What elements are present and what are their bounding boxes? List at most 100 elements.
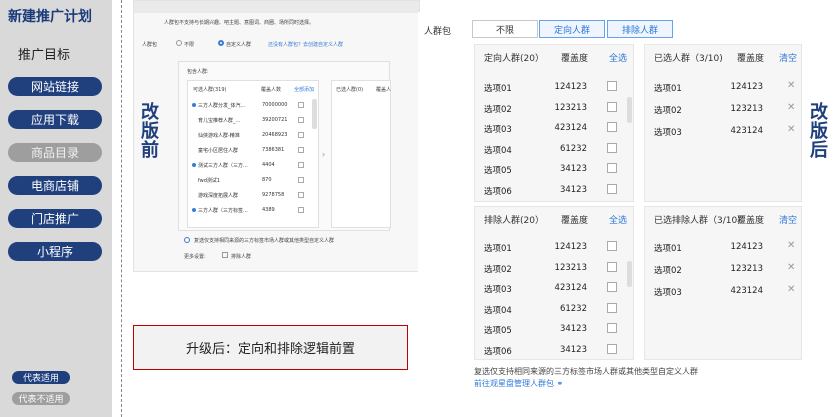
available-row[interactable]: 育儿宝推荐人群_... 39200721 [188, 114, 318, 128]
target-row-checkbox[interactable] [607, 122, 617, 132]
target-row[interactable]: 选项04 61232 [475, 139, 633, 159]
exclude-row[interactable]: 选项02 123213 [475, 258, 633, 278]
available-row[interactable]: 三方人群（三方标签... 4389 [188, 204, 318, 218]
manage-audience-link[interactable]: 前往观星盘管理人群包 ⚭ [474, 378, 563, 389]
goal-mini-program-button[interactable]: 小程序 [8, 242, 102, 261]
target-row[interactable]: 选项05 34123 [475, 159, 633, 179]
target-row[interactable]: 选项06 34123 [475, 180, 633, 200]
target-row-checkbox[interactable] [607, 81, 617, 91]
label-before: 改版前 [141, 102, 159, 161]
excluded-selected-panel: 已选排除人群（3/10) 覆盖度 清空 选项01 124123 ✕ 选项02 12321… [644, 206, 802, 360]
tab-unlimited[interactable]: 不限 [472, 20, 538, 38]
remove-icon[interactable]: ✕ [787, 240, 795, 251]
target-row[interactable]: 选项03 423124 [475, 118, 633, 138]
chevron-right-icon[interactable]: › [322, 150, 325, 159]
available-row[interactable]: 童宅小区居住人群 7386381 [188, 144, 318, 158]
exclude-row-checkbox[interactable] [607, 302, 617, 313]
exclude-checkbox[interactable] [222, 252, 228, 258]
before-include-box: 包含人群: 可选人群(319) 覆盖人数 全部添加 三方人群分发_体汽... 70… [178, 61, 392, 231]
exclude-row[interactable]: 选项01 124123 [475, 237, 633, 257]
available-row[interactable]: 测试三方人群（三方... 4404 [188, 159, 318, 173]
radio-unlimited[interactable] [176, 40, 182, 46]
exclude-row[interactable]: 选项05 34123 [475, 319, 633, 339]
excluded-selected-title: 已选排除人群（3/10) [654, 216, 741, 226]
available-row-coverage: 9278758 [262, 192, 285, 198]
info-icon [192, 208, 196, 212]
exclude-row[interactable]: 选项03 423124 [475, 278, 633, 298]
exclude-row-checkbox[interactable] [607, 261, 617, 272]
exclude-scrollbar[interactable] [627, 261, 632, 287]
available-row-checkbox[interactable] [298, 192, 304, 198]
available-row[interactable]: 仙侠游戏人群-精准 20468923 [188, 129, 318, 143]
exclude-row-checkbox[interactable] [607, 241, 617, 251]
selected-panel-title: 已选人群（3/10) [654, 54, 723, 64]
manage-audience-link-text[interactable]: 前往观星盘管理人群包 [474, 379, 554, 388]
excluded-selected-row[interactable]: 选项03 423124 ✕ [645, 281, 801, 301]
selected-row-name: 选项01 [654, 84, 682, 94]
radio-custom-label: 自定义人群 [226, 42, 252, 48]
selected-row[interactable]: 选项01 124123 ✕ [645, 77, 801, 97]
exclude-checkbox-label: 排除人群 [231, 254, 252, 260]
exclude-row[interactable]: 选项04 61232 [475, 299, 633, 319]
info-icon [192, 133, 196, 137]
available-row-checkbox[interactable] [298, 177, 304, 183]
target-row-checkbox[interactable] [607, 163, 617, 173]
remove-icon[interactable]: ✕ [787, 124, 795, 135]
link-icon[interactable]: ⚭ [557, 379, 564, 388]
goal-app-download-button[interactable]: 应用下载 [8, 110, 102, 129]
add-all-link[interactable]: 全部添加 [294, 86, 314, 93]
available-row[interactable]: fwd测试1 870 [188, 174, 318, 188]
available-row[interactable]: 游戏深度拓展人群 9278758 [188, 189, 318, 203]
excluded-selected-clear[interactable]: 清空 [779, 213, 797, 226]
target-row[interactable]: 选项02 123213 [475, 98, 633, 118]
exclude-row-coverage: 123213 [554, 262, 587, 273]
target-row-checkbox[interactable] [607, 101, 617, 112]
exclude-row-checkbox[interactable] [607, 323, 617, 333]
target-select-all[interactable]: 全选 [609, 51, 627, 64]
remove-icon[interactable]: ✕ [787, 80, 795, 91]
goal-ecommerce-store-button[interactable]: 电商店铺 [8, 176, 102, 195]
exclude-select-all[interactable]: 全选 [609, 213, 627, 226]
available-header: 可选人群(319) [193, 87, 227, 93]
tab-target-audience[interactable]: 定向人群 [539, 20, 605, 38]
goal-website-link-button[interactable]: 网站链接 [8, 77, 102, 96]
label-after: 改版后 [810, 102, 828, 161]
selected-row-coverage: 423124 [730, 126, 763, 136]
include-label: 包含人群: [187, 69, 209, 75]
exclude-row-checkbox[interactable] [607, 282, 617, 292]
available-row-checkbox[interactable] [298, 207, 304, 213]
tab-exclude-audience[interactable]: 排除人群 [607, 20, 673, 38]
target-row-checkbox[interactable] [607, 183, 617, 194]
selected-row[interactable]: 选项02 123213 ✕ [645, 99, 801, 119]
available-row-checkbox[interactable] [298, 147, 304, 153]
available-row-checkbox[interactable] [298, 102, 304, 108]
excluded-selected-row[interactable]: 选项02 123213 ✕ [645, 259, 801, 279]
excluded-selected-row[interactable]: 选项01 124123 ✕ [645, 237, 801, 257]
available-row-checkbox[interactable] [298, 132, 304, 138]
exclude-audience-panel: 排除人群(20） 覆盖度 全选 选项01 124123 选项02 123213 选项03… [474, 206, 634, 360]
exclude-row-checkbox[interactable] [607, 343, 617, 354]
goal-store-promotion-button[interactable]: 门店推广 [8, 209, 102, 228]
selected-row[interactable]: 选项03 423124 ✕ [645, 121, 801, 141]
selected-clear[interactable]: 清空 [779, 51, 797, 64]
remove-icon[interactable]: ✕ [787, 284, 795, 295]
available-row-checkbox[interactable] [298, 162, 304, 168]
excluded-selected-row-coverage: 423124 [730, 286, 763, 296]
available-row-checkbox[interactable] [298, 117, 304, 123]
info-icon [192, 103, 196, 107]
radio-custom[interactable] [218, 40, 224, 46]
target-row[interactable]: 选项01 124123 [475, 77, 633, 97]
target-scrollbar[interactable] [627, 97, 632, 123]
create-audience-link[interactable]: 还没有人群包？去创建自定义人群 [268, 41, 343, 48]
selected-row-coverage: 123213 [730, 104, 763, 114]
available-row[interactable]: 三方人群分发_体汽... 70000000 [188, 99, 318, 113]
remove-icon[interactable]: ✕ [787, 102, 795, 113]
selected-coverage-header: 覆盖人 [376, 87, 392, 93]
target-row-checkbox[interactable] [607, 142, 617, 153]
legend-applies-badge: 代表适用 [12, 371, 70, 384]
before-scrollbar[interactable] [312, 99, 317, 129]
remove-icon[interactable]: ✕ [787, 262, 795, 273]
exclude-row[interactable]: 选项06 34123 [475, 340, 633, 360]
target-row-name: 选项03 [484, 125, 512, 135]
selected-row-name: 选项02 [654, 106, 682, 116]
